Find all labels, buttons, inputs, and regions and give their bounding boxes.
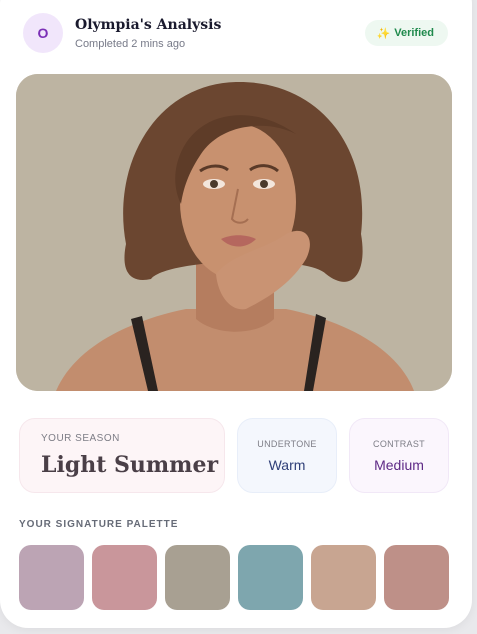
avatar[interactable]: O <box>23 13 63 53</box>
season-label: YOUR SEASON <box>41 433 120 444</box>
undertone-label: UNDERTONE <box>257 439 317 449</box>
contrast-card: CONTRAST Medium <box>349 418 449 493</box>
verified-label: Verified <box>394 27 434 39</box>
palette-label: YOUR SIGNATURE PALETTE <box>19 519 179 530</box>
palette-swatch[interactable] <box>311 545 376 610</box>
portrait-photo <box>16 74 452 391</box>
season-card: YOUR SEASON Light Summer <box>19 418 225 493</box>
season-value: Light Summer <box>41 452 219 478</box>
palette-swatch[interactable] <box>92 545 157 610</box>
undertone-card: UNDERTONE Warm <box>237 418 337 493</box>
completed-timestamp: Completed 2 mins ago <box>75 38 186 50</box>
contrast-value: Medium <box>374 457 424 473</box>
palette-swatch[interactable] <box>19 545 84 610</box>
palette-swatch[interactable] <box>165 545 230 610</box>
palette-swatch[interactable] <box>384 545 449 610</box>
analysis-title: Olympia's Analysis <box>75 17 222 33</box>
contrast-label: CONTRAST <box>373 439 425 449</box>
undertone-value: Warm <box>268 457 306 473</box>
sparkle-icon: ✨ <box>376 27 391 40</box>
analysis-header: O Olympia's Analysis Completed 2 mins ag… <box>23 13 448 53</box>
verified-badge: ✨ Verified <box>364 20 448 46</box>
palette-swatch[interactable] <box>238 545 303 610</box>
